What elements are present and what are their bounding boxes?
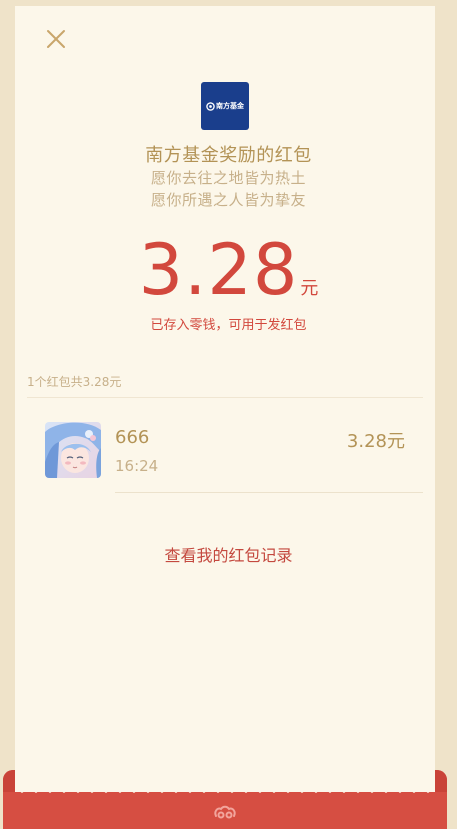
anime-avatar (45, 422, 101, 478)
logo-text: 南方基金 (216, 102, 244, 110)
view-history-link[interactable]: 查看我的红包记录 (0, 542, 457, 566)
record-amount: 3.28元 (346, 431, 405, 452)
stored-note: 已存入零钱，可用于发红包 (150, 318, 307, 333)
sender-logo: 南方基金 (201, 82, 249, 130)
received-amount: 3.28 (138, 229, 299, 311)
packet-summary: 1个红包共3.28元 (27, 375, 122, 389)
record-time: 16:24 (115, 457, 159, 475)
card-zigzag-edge (15, 786, 435, 793)
red-packet-logo-icon (214, 805, 236, 819)
divider (115, 492, 423, 493)
record-name: 666 (115, 427, 150, 448)
red-packet-detail-page: 南方基金 南方基金奖励的红包 愿你去往之地皆为热土 愿你所遇之人皆为挚友 3.2… (0, 0, 457, 829)
fund-logo-icon (206, 101, 215, 111)
list-item[interactable]: 666 16:24 3.28元 (45, 422, 425, 482)
received-amount-row: 3.28 元 (0, 230, 457, 310)
packet-title: 南方基金奖励的红包 (145, 145, 312, 166)
amount-unit: 元 (300, 278, 319, 299)
wish-line-1: 愿你去往之地皆为热土 (150, 169, 306, 187)
divider (27, 397, 423, 398)
avatar[interactable] (45, 422, 101, 478)
close-icon[interactable] (43, 26, 69, 52)
wish-line-2: 愿你所遇之人皆为挚友 (150, 191, 306, 209)
